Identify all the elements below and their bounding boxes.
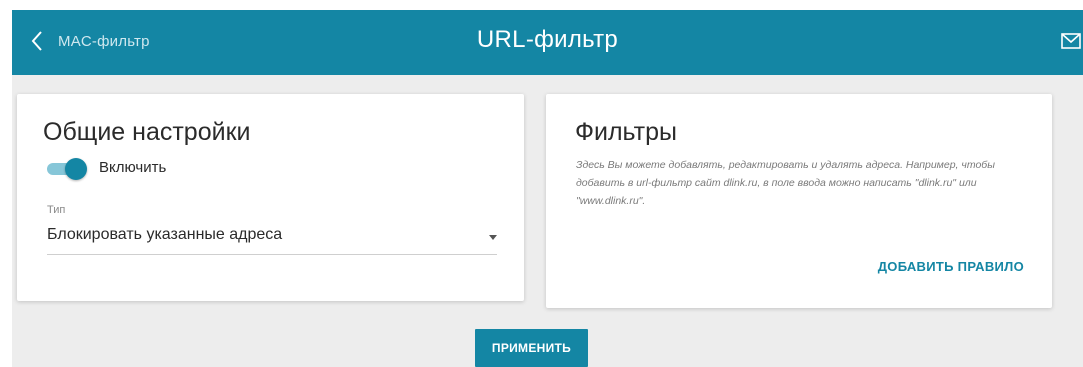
page-title: URL-фильтр [476, 26, 619, 53]
mail-icon[interactable] [1061, 33, 1081, 49]
top-bar: MAC-фильтр URL-фильтр [12, 10, 1083, 75]
general-settings-title: Общие настройки [43, 118, 251, 146]
apply-button[interactable]: ПРИМЕНИТЬ [475, 329, 588, 367]
toggle-knob [65, 158, 87, 180]
general-settings-card: Общие настройки Включить Тип Блокировать… [17, 94, 524, 301]
filters-card: Фильтры Здесь Вы можете добавлять, редак… [546, 94, 1052, 308]
type-label: Тип [47, 204, 66, 216]
filters-description: Здесь Вы можете добавлять, редактировать… [576, 159, 995, 207]
enable-toggle[interactable] [47, 158, 87, 180]
app-window: MAC-фильтр URL-фильтр Общие настройки Вк… [0, 0, 1083, 367]
filters-title: Фильтры [575, 118, 677, 146]
enable-label: Включить [99, 159, 167, 176]
type-select-value: Блокировать указанные адреса [47, 226, 283, 243]
main-content: Общие настройки Включить Тип Блокировать… [12, 75, 1083, 367]
caret-down-icon [489, 235, 497, 240]
add-rule-button[interactable]: ДОБАВИТЬ ПРАВИЛО [878, 259, 1024, 274]
type-select[interactable]: Блокировать указанные адреса [47, 224, 497, 255]
